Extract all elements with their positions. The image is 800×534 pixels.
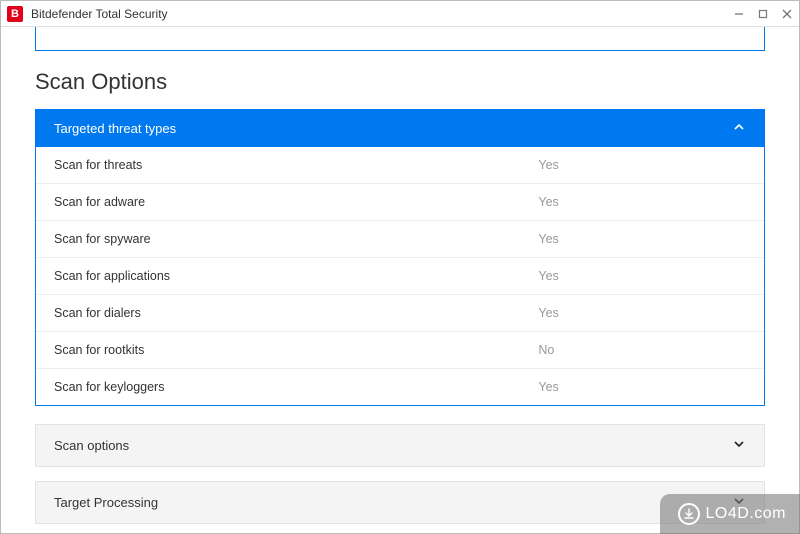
panel-header-label: Scan options — [54, 438, 129, 453]
row-label: Scan for spyware — [54, 232, 538, 246]
previous-panel-peek — [35, 27, 765, 51]
close-button[interactable] — [781, 8, 793, 20]
row-label: Scan for threats — [54, 158, 538, 172]
row-label: Scan for dialers — [54, 306, 538, 320]
panel-header-label: Target Processing — [54, 495, 158, 510]
maximize-button[interactable] — [757, 8, 769, 20]
panel-header-label: Targeted threat types — [54, 121, 176, 136]
minimize-button[interactable] — [733, 8, 745, 20]
row-value: No — [538, 343, 554, 357]
table-row: Scan for dialers Yes — [36, 294, 764, 331]
row-label: Scan for keyloggers — [54, 380, 538, 394]
row-value: Yes — [538, 306, 558, 320]
watermark-text: LO4D.com — [706, 505, 786, 523]
panel-target-processing[interactable]: Target Processing — [35, 481, 765, 524]
section-title: Scan Options — [35, 69, 765, 95]
row-label: Scan for applications — [54, 269, 538, 283]
window-controls — [733, 8, 793, 20]
row-value: Yes — [538, 380, 558, 394]
panel-body: Scan for threats Yes Scan for adware Yes… — [36, 147, 764, 405]
chevron-down-icon — [732, 437, 746, 454]
row-label: Scan for rootkits — [54, 343, 538, 357]
row-value: Yes — [538, 232, 558, 246]
chevron-up-icon — [732, 120, 746, 137]
body-area: Scan Options Targeted threat types Scan … — [1, 27, 799, 533]
table-row: Scan for rootkits No — [36, 331, 764, 368]
table-row: Scan for threats Yes — [36, 147, 764, 183]
row-value: Yes — [538, 195, 558, 209]
watermark: LO4D.com — [660, 494, 800, 534]
row-value: Yes — [538, 269, 558, 283]
panel-header-targeted-threat-types[interactable]: Targeted threat types — [36, 110, 764, 147]
table-row: Scan for applications Yes — [36, 257, 764, 294]
app-logo-icon: B — [7, 6, 23, 22]
table-row: Scan for keyloggers Yes — [36, 368, 764, 405]
download-icon — [678, 503, 700, 525]
app-window: B Bitdefender Total Security Scan Option… — [0, 0, 800, 534]
table-row: Scan for spyware Yes — [36, 220, 764, 257]
table-row: Scan for adware Yes — [36, 183, 764, 220]
content-scroll[interactable]: Scan Options Targeted threat types Scan … — [1, 27, 799, 533]
row-label: Scan for adware — [54, 195, 538, 209]
titlebar: B Bitdefender Total Security — [1, 1, 799, 27]
panel-targeted-threat-types: Targeted threat types Scan for threats Y… — [35, 109, 765, 406]
panel-scan-options[interactable]: Scan options — [35, 424, 765, 467]
window-title: Bitdefender Total Security — [31, 7, 168, 21]
row-value: Yes — [538, 158, 558, 172]
